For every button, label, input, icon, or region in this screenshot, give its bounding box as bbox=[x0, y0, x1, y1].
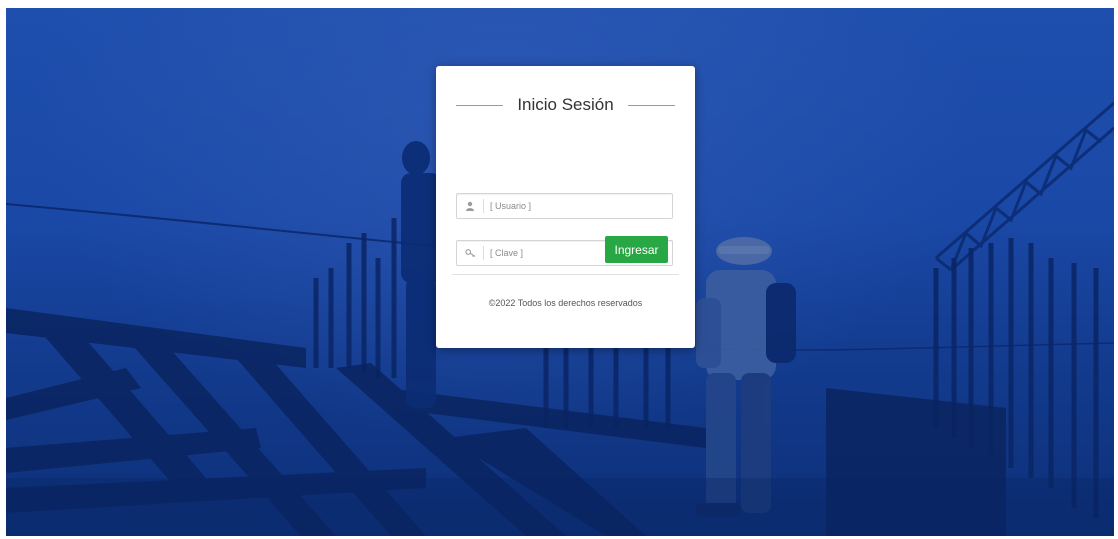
login-title: Inicio Sesión bbox=[517, 95, 614, 114]
username-input[interactable] bbox=[484, 196, 672, 216]
username-input-group bbox=[456, 193, 673, 219]
key-icon bbox=[457, 246, 484, 260]
copyright-footer: ©2022 Todos los derechos reservados bbox=[488, 298, 643, 308]
login-title-row: Inicio Sesión bbox=[456, 94, 676, 116]
page-frame: Inicio Sesión Ingresar bbox=[6, 8, 1114, 536]
login-submit-button[interactable]: Ingresar bbox=[605, 236, 668, 263]
title-divider-left bbox=[456, 104, 504, 106]
title-divider-right bbox=[627, 104, 676, 106]
user-icon bbox=[457, 199, 484, 213]
card-divider bbox=[452, 274, 679, 275]
login-card: Inicio Sesión Ingresar bbox=[436, 66, 695, 348]
